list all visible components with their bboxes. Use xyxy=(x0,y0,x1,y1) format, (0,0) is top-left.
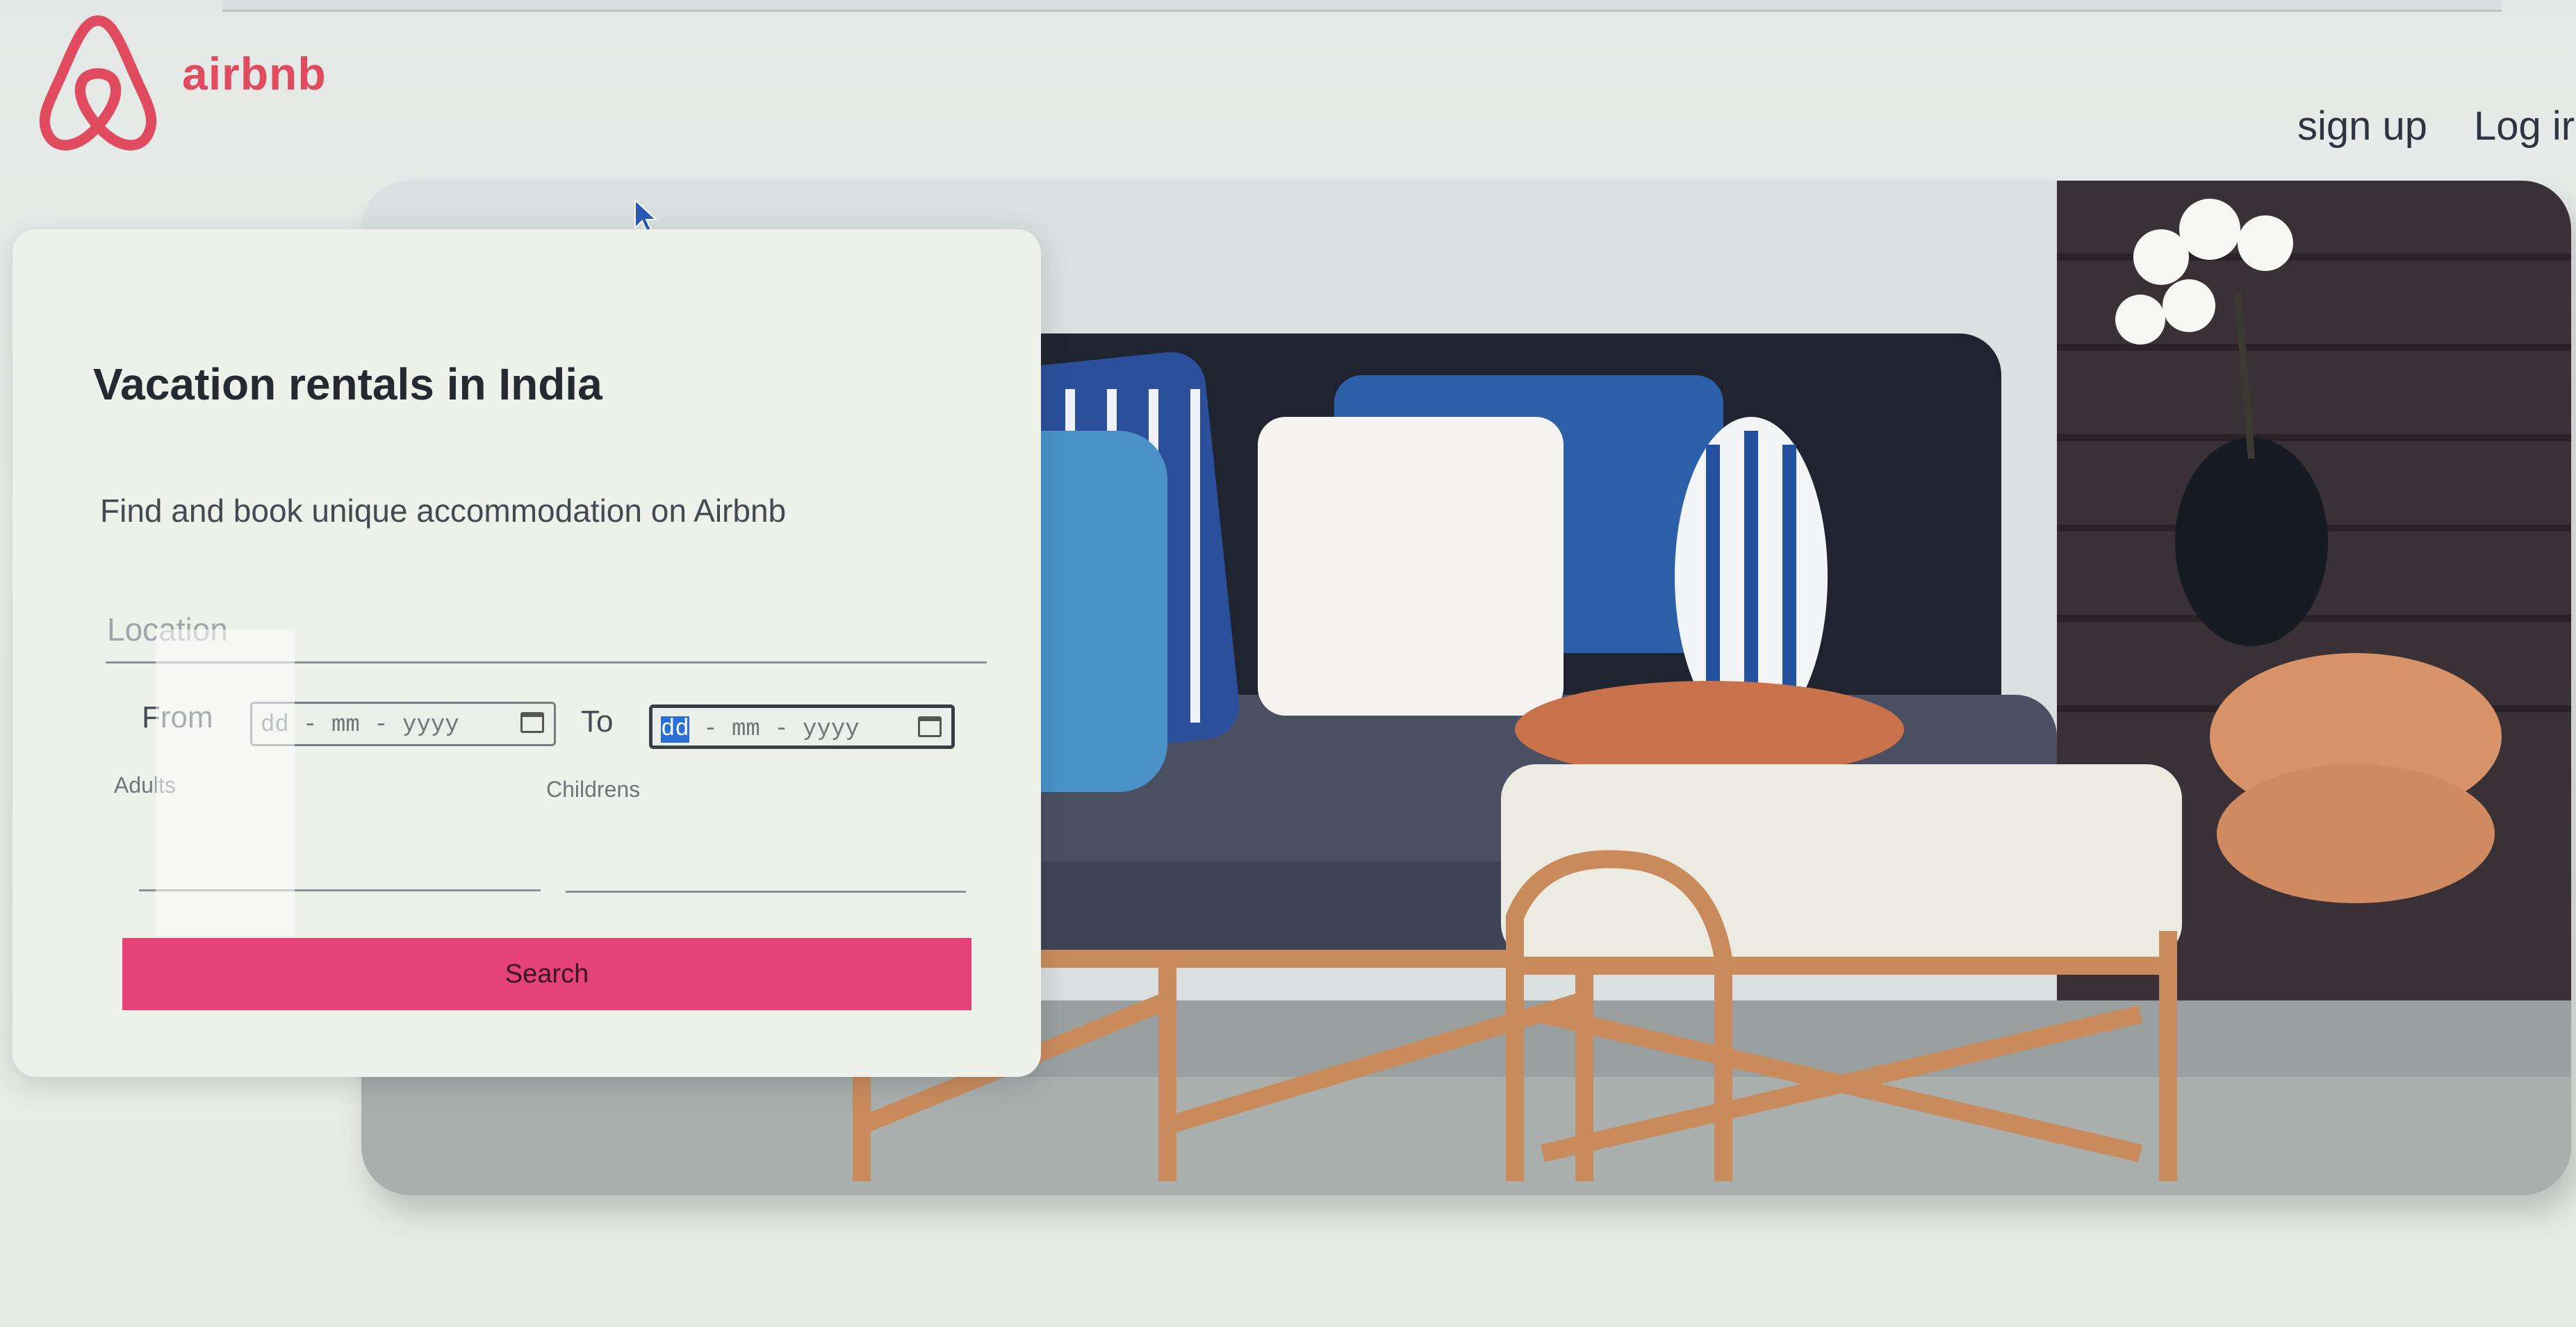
card-title: Vacation rentals in India xyxy=(93,359,602,409)
card-subtitle: Find and book unique accommodation on Ai… xyxy=(100,493,787,529)
calendar-icon[interactable] xyxy=(918,716,942,737)
browser-top-edge xyxy=(222,0,2502,12)
airbnb-logo-icon[interactable] xyxy=(32,10,164,156)
to-label: To xyxy=(581,704,614,739)
date-to-input[interactable]: dd - mm - yyyy xyxy=(649,704,955,749)
calendar-icon[interactable] xyxy=(520,712,544,733)
date-from-rest: - mm - yyyy xyxy=(288,712,459,739)
date-from-input[interactable]: dd - mm - yyyy xyxy=(250,702,556,746)
date-to-rest: - mm - yyyy xyxy=(689,716,860,743)
search-button[interactable]: Search xyxy=(122,938,971,1010)
signup-link[interactable]: sign up xyxy=(2297,103,2427,149)
children-label: Childrens xyxy=(546,777,641,802)
search-card: Vacation rentals in India Find and book … xyxy=(13,229,1041,1077)
login-link[interactable]: Log ir xyxy=(2474,103,2575,149)
screen-glare xyxy=(156,629,295,935)
brand-name[interactable]: airbnb xyxy=(182,47,327,100)
date-to-day-selected: dd xyxy=(661,716,689,743)
children-input[interactable] xyxy=(566,891,966,893)
